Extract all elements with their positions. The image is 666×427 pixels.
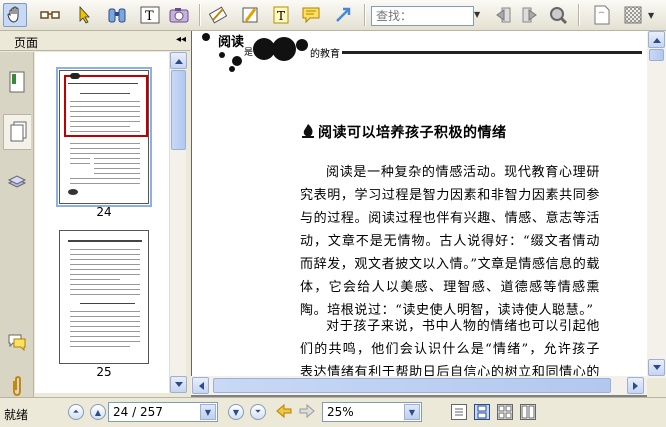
bookmarks-tab-icon[interactable] (3, 64, 31, 100)
toolbar-separator (364, 4, 366, 26)
collapse-panel-icon[interactable]: ◂◂ (176, 34, 186, 45)
eraser-pencil-icon[interactable] (206, 3, 230, 27)
layers-tab-icon[interactable] (3, 164, 31, 200)
page-header: 阅读 是 的教育 (192, 31, 647, 75)
text-tool-icon[interactable]: T (269, 3, 293, 27)
scroll-down-icon[interactable] (648, 359, 665, 376)
first-page-icon[interactable]: ⏶ (68, 404, 84, 420)
toolbar-separator (199, 4, 201, 26)
pages-panel: 页面 ◂◂ 24 25 (0, 31, 190, 397)
arrow-tool-icon[interactable] (331, 3, 355, 27)
checkered-grid-icon[interactable] (621, 3, 645, 27)
scroll-up-icon[interactable] (170, 52, 187, 69)
header-title-prefix: 是 (244, 48, 254, 58)
header-title-suffix: 的教育 (310, 49, 340, 60)
header-rule (342, 51, 642, 54)
document-vertical-scrollbar[interactable] (647, 31, 666, 378)
scrollbar-corner (647, 378, 666, 397)
select-arrow-icon[interactable] (73, 3, 97, 27)
pages-tab-icon[interactable] (3, 114, 31, 150)
snapshot-camera-icon[interactable] (167, 3, 191, 27)
thumbnail-page-25[interactable] (59, 230, 149, 364)
page-number-value: 24 / 257 (113, 405, 163, 419)
thumbnail-decoration (68, 189, 78, 195)
prev-page-icon[interactable]: ▲ (90, 404, 106, 420)
zoom-value: 25% (327, 405, 354, 419)
status-bar: 就绪 ⏶ ▲ 24 / 257 ▼ ▼ ⏷ 25% ▼ (0, 397, 666, 427)
hand-tool-icon[interactable] (3, 3, 27, 27)
last-page-icon[interactable]: ⏷ (250, 404, 266, 420)
find-input[interactable] (371, 6, 474, 26)
toolbar-separator (578, 4, 580, 26)
next-result-icon[interactable] (518, 3, 542, 27)
thumbnail-label-25: 25 (96, 365, 112, 379)
search-web-icon[interactable] (546, 3, 570, 27)
title-bullet-icon (302, 124, 314, 138)
text-select-icon[interactable]: T (138, 3, 162, 27)
zoom-field[interactable]: 25% ▼ (322, 402, 422, 422)
document-page: 阅读 是 的教育 阅读可以培养孩子积极的情绪 阅读是一种复杂的情感活动。现代教育… (191, 31, 647, 376)
thumbnail-page-24[interactable] (59, 70, 149, 204)
thumbnail-label-24: 24 (96, 205, 112, 219)
single-page-view-icon[interactable] (451, 404, 467, 420)
binoculars-icon[interactable] (105, 3, 129, 27)
panel-title: 页面 (14, 36, 39, 50)
prev-result-icon[interactable] (491, 3, 515, 27)
reading-glasses-icon[interactable] (38, 3, 62, 27)
page-number-field[interactable]: 24 / 257 ▼ (108, 402, 218, 422)
scroll-left-icon[interactable] (192, 377, 209, 394)
panel-header: 页面 ◂◂ (0, 31, 190, 51)
facing-view-icon[interactable] (497, 404, 513, 420)
page-setup-icon[interactable] (590, 3, 614, 27)
svg-text:T: T (277, 9, 285, 23)
scroll-down-icon[interactable] (170, 376, 187, 393)
header-title-main: 阅读 (218, 35, 245, 50)
side-tabs (0, 52, 34, 397)
article-title: 阅读可以培养孩子积极的情绪 (318, 125, 507, 141)
status-text: 就绪 (4, 408, 29, 422)
scroll-up-icon[interactable] (648, 31, 665, 48)
find-dropdown-icon[interactable]: ▼ (474, 10, 484, 20)
scroll-thumb[interactable] (213, 378, 611, 393)
next-page-icon[interactable]: ▼ (228, 404, 244, 420)
forward-arrow-icon[interactable] (299, 403, 315, 421)
thumbnail-list[interactable]: 24 25 (35, 52, 169, 393)
thumbnail-header-mark (70, 73, 80, 79)
continuous-facing-view-icon[interactable] (520, 404, 536, 420)
scroll-thumb[interactable] (171, 70, 186, 150)
thumbnail-scrollbar[interactable] (169, 52, 187, 393)
document-horizontal-scrollbar[interactable] (191, 376, 647, 395)
comments-tab-icon[interactable] (3, 324, 31, 360)
article-paragraph-2: 对于孩子来说，书中人物的情绪也可以引起他们的共鸣，他们会认识什么是“情绪”，允许… (300, 319, 600, 376)
svg-text:T: T (145, 9, 154, 24)
article-paragraph-1: 阅读是一种复杂的情感活动。现代教育心理研究表明，学习过程是智力因素和非智力因素共… (300, 165, 600, 318)
scroll-thumb[interactable] (649, 49, 664, 61)
page-dropdown-icon[interactable]: ▼ (200, 404, 216, 420)
highlighter-icon[interactable] (238, 3, 262, 27)
back-arrow-icon[interactable] (276, 403, 292, 421)
continuous-view-icon[interactable] (474, 404, 490, 420)
scroll-right-icon[interactable] (627, 377, 644, 394)
note-tool-icon[interactable] (299, 3, 323, 27)
zoom-dropdown-icon[interactable]: ▼ (404, 404, 420, 420)
document-view[interactable]: 阅读 是 的教育 阅读可以培养孩子积极的情绪 阅读是一种复杂的情感活动。现代教育… (191, 31, 666, 397)
toolbar-overflow-icon[interactable]: ▼ (648, 11, 654, 20)
main-toolbar: T T ▼ ▼ (0, 0, 666, 31)
